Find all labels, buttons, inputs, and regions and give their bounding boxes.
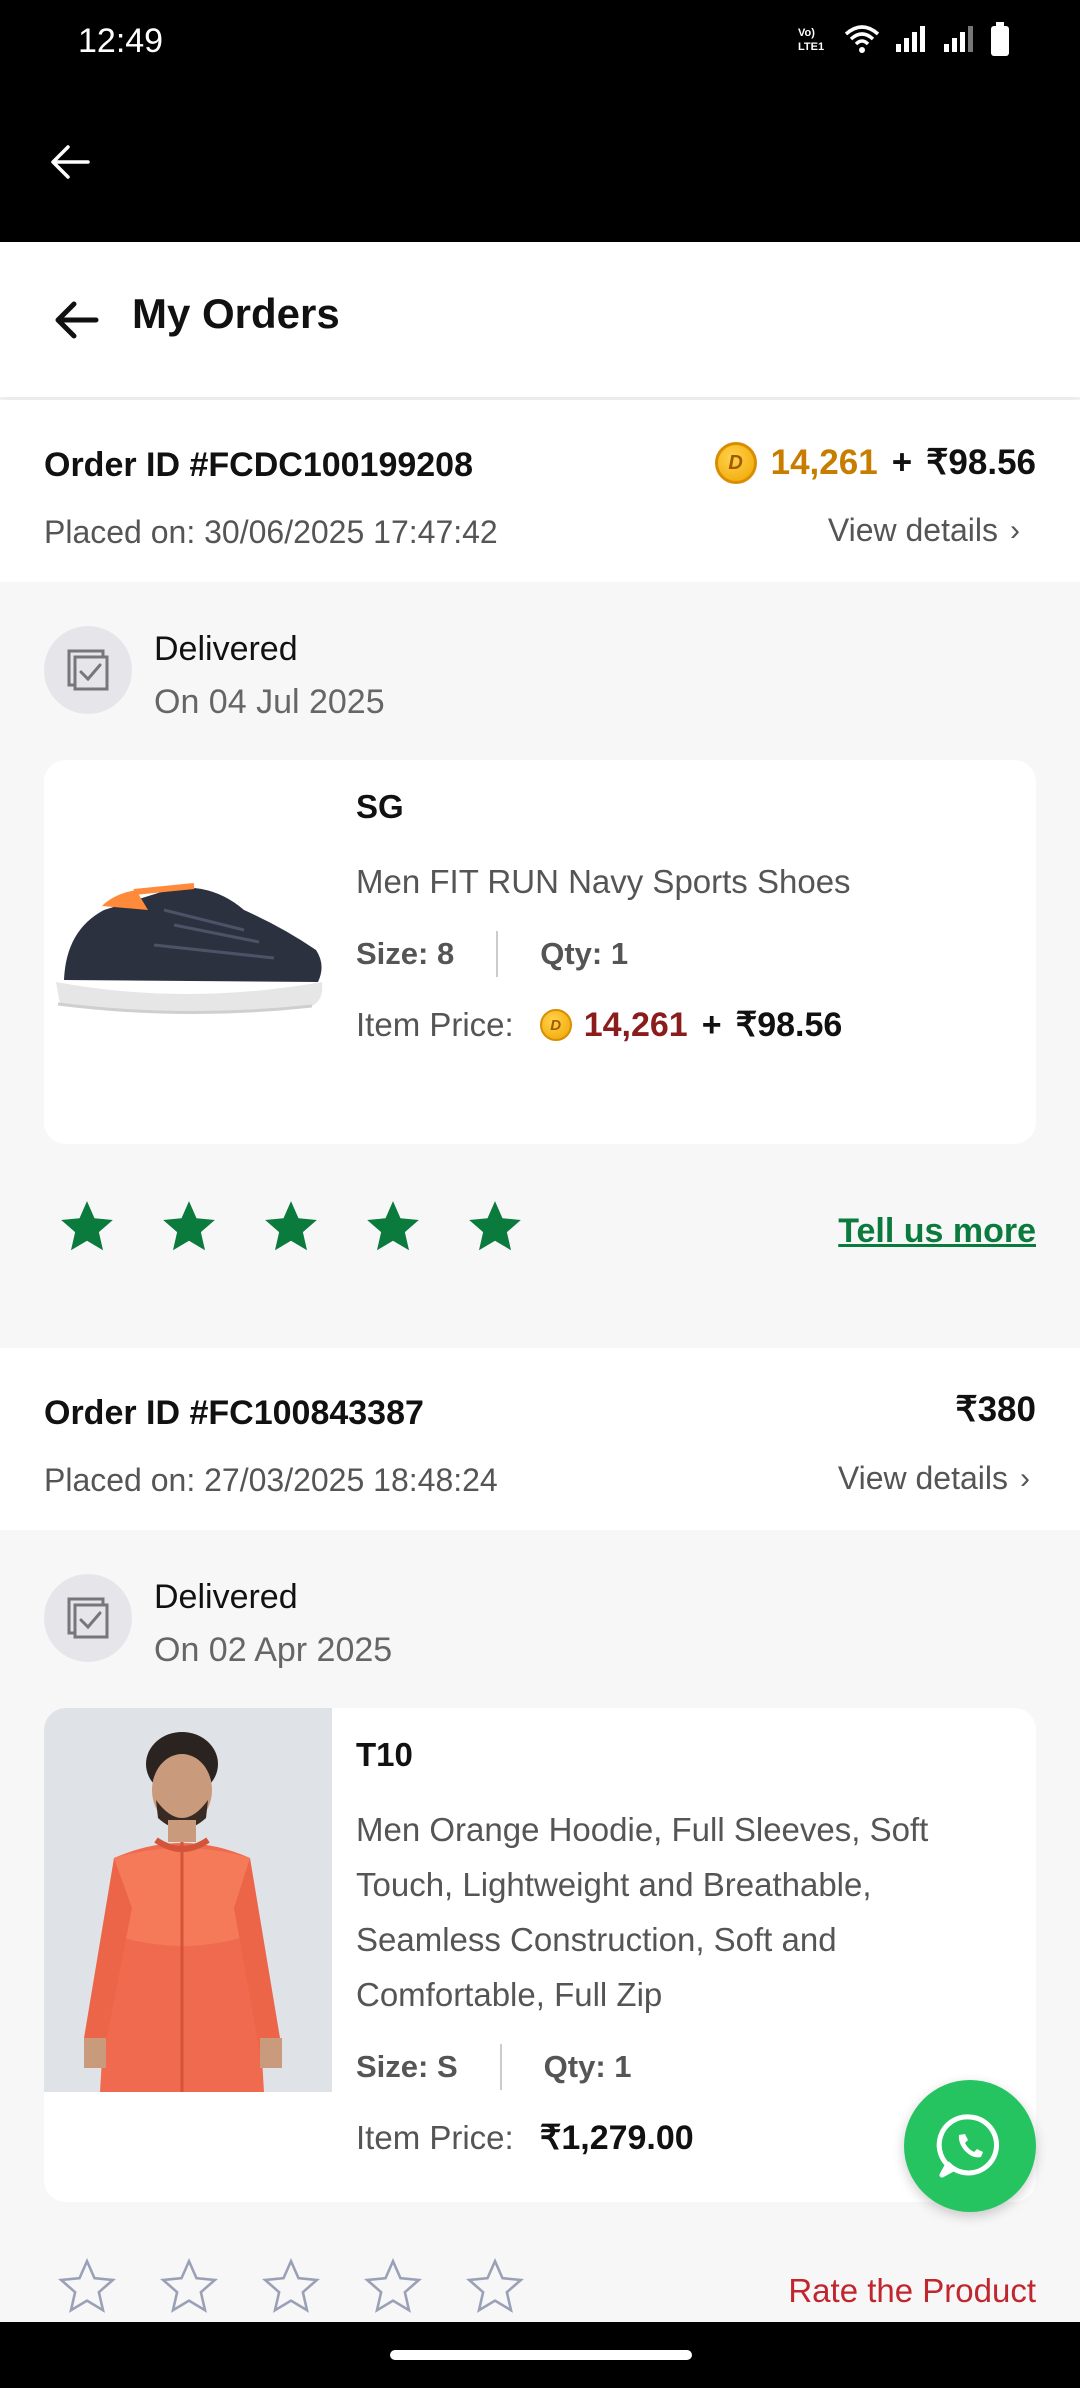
package-check-icon	[44, 1574, 132, 1662]
view-details-label: View details	[827, 512, 998, 548]
order-body: Delivered On 02 Apr 2025 T10 Men Orange …	[0, 1530, 1080, 2322]
star-icon[interactable]	[362, 1196, 424, 1258]
rating-stars	[56, 2256, 526, 2318]
order-header: Order ID #FC100843387 Placed on: 27/03/2…	[0, 1348, 1080, 1530]
item-price-label: Item Price:	[356, 1006, 514, 1043]
star-icon[interactable]	[56, 1196, 118, 1258]
status-time: 12:49	[78, 22, 164, 60]
order-total: D 14,261 + ₹98.56	[714, 442, 1036, 484]
package-check-icon	[44, 626, 132, 714]
order-amount: ₹380	[955, 1390, 1036, 1429]
view-details-link[interactable]: View details ›	[838, 1460, 1030, 1497]
delivery-date: On 04 Jul 2025	[154, 683, 385, 721]
page-title: My Orders	[132, 290, 340, 337]
signal-icon-2	[942, 24, 976, 54]
product-qty: Qty: 1	[540, 936, 629, 971]
item-price-label: Item Price:	[356, 2119, 514, 2156]
star-icon[interactable]	[464, 1196, 526, 1258]
home-gesture-handle[interactable]	[390, 2350, 692, 2360]
divider	[496, 931, 499, 977]
star-icon[interactable]	[158, 2256, 220, 2318]
status-bar: 12:49 Vo) LTE1	[0, 0, 1080, 86]
product-size: Size: S	[356, 2049, 458, 2084]
order-id: Order ID #FCDC100199208	[44, 446, 474, 484]
order-body: Delivered On 04 Jul 2025 SG Men FIT RUN …	[0, 582, 1080, 1344]
battery-icon	[990, 22, 1010, 56]
product-brand: SG	[356, 788, 404, 825]
star-icon[interactable]	[464, 2256, 526, 2318]
divider	[499, 2044, 502, 2090]
star-icon[interactable]	[362, 2256, 424, 2318]
delivery-date: On 02 Apr 2025	[154, 1631, 393, 1669]
coin-icon: D	[714, 442, 757, 484]
product-image	[44, 760, 332, 1144]
wifi-icon	[844, 24, 880, 54]
back-button[interactable]	[50, 294, 102, 346]
star-icon[interactable]	[260, 1196, 322, 1258]
plus-sign: +	[701, 1005, 722, 1044]
back-arrow-icon[interactable]	[46, 138, 94, 186]
chevron-right-icon: ›	[1010, 513, 1020, 547]
order-id: Order ID #FC100843387	[44, 1394, 424, 1432]
svg-text:Vo): Vo)	[798, 27, 815, 39]
item-price: Item Price: D 14,261 + ₹98.56	[356, 1005, 1016, 1045]
order-header: Order ID #FCDC100199208 Placed on: 30/06…	[0, 400, 1080, 582]
delivery-status: Delivered On 02 Apr 2025	[44, 1574, 392, 1670]
plus-sign: +	[891, 443, 913, 482]
product-qty: Qty: 1	[543, 2049, 632, 2084]
order-placed-date: Placed on: 30/06/2025 17:47:42	[44, 514, 498, 550]
product-name: Men FIT RUN Navy Sports Shoes	[356, 863, 851, 900]
star-icon[interactable]	[56, 2256, 118, 2318]
browser-bar	[0, 86, 1080, 242]
order-total: ₹380	[955, 1390, 1036, 1430]
system-nav-bar	[0, 2322, 1080, 2388]
view-details-label: View details	[837, 1460, 1008, 1496]
item-price-amount: ₹98.56	[735, 1006, 843, 1044]
whatsapp-icon	[936, 2114, 999, 2178]
order-coins: 14,261	[770, 443, 878, 482]
volte-icon: Vo) LTE1	[796, 24, 830, 54]
coin-icon: D	[539, 1009, 572, 1041]
star-icon[interactable]	[158, 1196, 220, 1258]
view-details-link[interactable]: View details ›	[828, 512, 1020, 549]
item-price-amount: ₹1,279.00	[539, 2119, 694, 2157]
whatsapp-button[interactable]	[904, 2080, 1036, 2212]
delivery-status-label: Delivered	[154, 630, 298, 668]
item-price-coins: 14,261	[583, 1005, 688, 1044]
chevron-right-icon: ›	[1020, 1461, 1030, 1495]
product-image	[44, 1708, 332, 2092]
delivery-status: Delivered On 04 Jul 2025	[44, 626, 385, 722]
rate-product-link[interactable]: Rate the Product	[788, 2272, 1036, 2310]
star-icon[interactable]	[260, 2256, 322, 2318]
order-amount: ₹98.56	[926, 443, 1036, 482]
delivery-status-label: Delivered	[154, 1578, 298, 1616]
svg-text:LTE1: LTE1	[798, 41, 824, 53]
product-name: Men Orange Hoodie, Full Sleeves, Soft To…	[356, 1811, 929, 2013]
product-brand: T10	[356, 1736, 413, 1773]
order-item-card[interactable]: T10 Men Orange Hoodie, Full Sleeves, Sof…	[44, 1708, 1036, 2202]
order-placed-date: Placed on: 27/03/2025 18:48:24	[44, 1462, 498, 1498]
rating-stars	[56, 1196, 526, 1258]
page-header: My Orders	[0, 242, 1080, 397]
signal-icon	[894, 24, 928, 54]
product-size: Size: 8	[356, 936, 455, 971]
tell-us-more-link[interactable]: Tell us more	[838, 1212, 1036, 1251]
order-item-card[interactable]: SG Men FIT RUN Navy Sports Shoes Size: 8…	[44, 760, 1036, 1144]
status-icons: Vo) LTE1	[796, 22, 1010, 56]
